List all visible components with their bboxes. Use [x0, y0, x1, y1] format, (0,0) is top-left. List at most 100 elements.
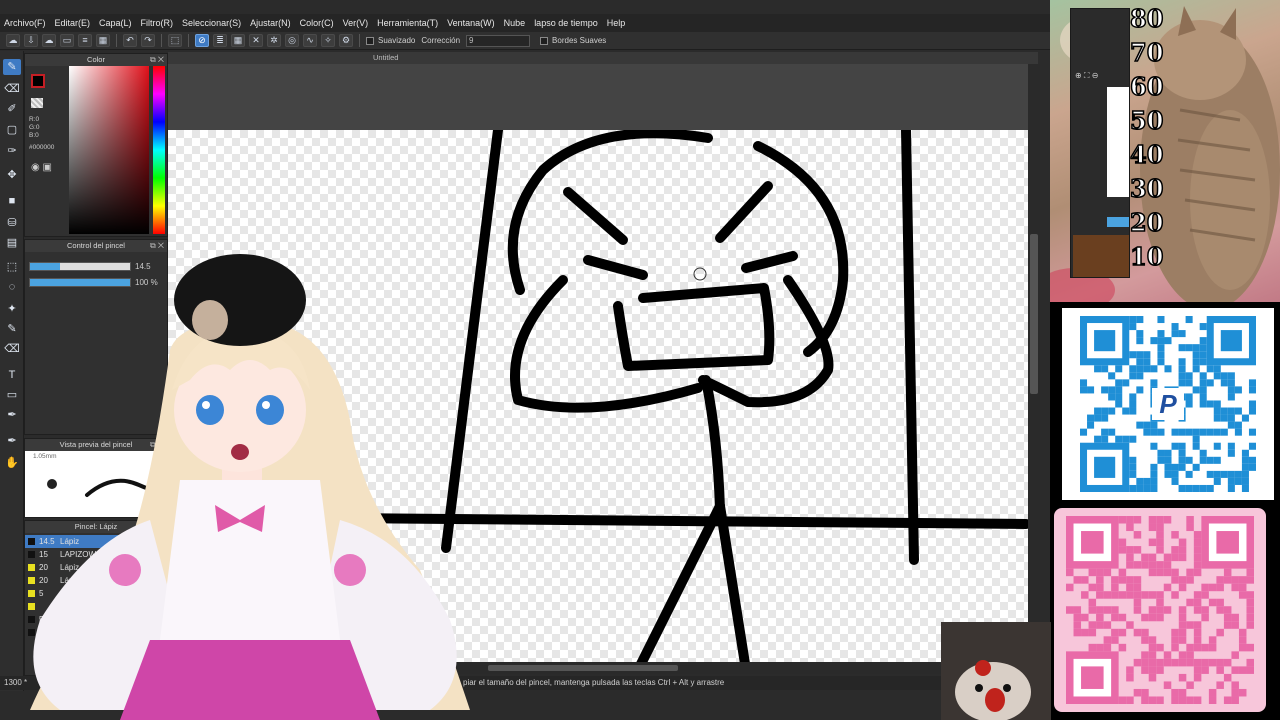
qr-module	[1073, 606, 1082, 614]
blur-tool-icon[interactable]: ✐	[3, 101, 21, 117]
navigator-zoom-icons[interactable]: ⊕ ⛶ ⊖	[1075, 71, 1098, 81]
qr-module	[1133, 658, 1142, 667]
qr-module	[1231, 583, 1239, 592]
menu-item[interactable]: Ajustar(N)	[250, 18, 291, 28]
qr-module	[1208, 688, 1217, 697]
undo-icon[interactable]: ↶	[123, 34, 137, 47]
saturation-value-picker[interactable]	[69, 66, 149, 234]
qr-module	[1171, 553, 1179, 562]
toolbar-separator	[116, 34, 117, 47]
menu-item[interactable]: Color(C)	[300, 18, 334, 28]
menu-item[interactable]: Nube	[504, 18, 526, 28]
menu-item[interactable]: Herramienta(T)	[377, 18, 438, 28]
qr-module	[1136, 484, 1144, 492]
menu-item[interactable]: Filtro(R)	[141, 18, 174, 28]
rect-tool-icon[interactable]: ■	[3, 193, 21, 209]
move-tool-icon[interactable]: ✥	[3, 167, 21, 183]
menu-item[interactable]: Editar(E)	[55, 18, 91, 28]
qr-module	[1163, 553, 1172, 562]
qr-module	[1115, 379, 1123, 387]
qr-module	[1156, 696, 1164, 704]
eraser-tool-icon[interactable]: ⌫	[3, 81, 21, 97]
menu-item[interactable]: Ver(V)	[343, 18, 369, 28]
qr-module	[1163, 606, 1172, 614]
menu-item[interactable]: Help	[607, 18, 626, 28]
qr-module	[1199, 386, 1207, 394]
shape-tool-icon[interactable]: ▢	[3, 122, 21, 138]
qr-module	[1141, 628, 1149, 637]
blue-value: B:0	[29, 132, 39, 139]
qr-module	[1246, 591, 1254, 599]
qr-module	[1201, 591, 1209, 599]
panel-close-icon[interactable]: ⧉ ✕	[150, 54, 164, 66]
curve-snap-icon[interactable]: ∿	[303, 34, 317, 47]
qr-module	[1171, 628, 1179, 637]
qr-module	[1111, 636, 1119, 644]
qr-module	[1133, 688, 1142, 697]
snap-off-icon[interactable]: ⊘	[195, 34, 209, 47]
palette-icon[interactable]: ◉ ▣	[31, 162, 52, 173]
circle-snap-icon[interactable]: ◎	[285, 34, 299, 47]
menu-item[interactable]: Capa(L)	[99, 18, 132, 28]
grid-icon[interactable]: ▦	[96, 34, 110, 47]
qr-module	[1171, 576, 1179, 584]
qr-module	[1101, 407, 1109, 415]
menu-item[interactable]: Seleccionar(S)	[182, 18, 241, 28]
document-tab[interactable]: Untitled	[168, 52, 1038, 64]
redo-icon[interactable]: ↷	[141, 34, 155, 47]
qr-module	[1227, 393, 1235, 401]
qr-module	[1234, 421, 1242, 429]
qr-module	[1238, 576, 1247, 584]
qr-module	[1185, 428, 1193, 436]
correction-select[interactable]: 9	[466, 34, 531, 47]
save-icon[interactable]: ⇩	[24, 34, 38, 47]
qr-module	[1115, 400, 1123, 408]
qr-module	[1186, 516, 1194, 524]
vertical-scroll-thumb[interactable]	[1030, 234, 1038, 394]
transparent-swatch[interactable]	[31, 98, 43, 108]
bucket-tool-icon[interactable]: ⛁	[3, 215, 21, 231]
new-file-icon[interactable]: ▭	[60, 34, 74, 47]
parallel-snap-icon[interactable]: ≣	[213, 34, 227, 47]
qr-module	[1129, 484, 1137, 492]
hue-slider[interactable]	[153, 66, 165, 234]
qr-module	[1108, 372, 1116, 380]
vertical-scrollbar[interactable]	[1028, 64, 1040, 670]
smoothing-checkbox[interactable]	[366, 36, 374, 45]
radial-snap-icon[interactable]: ✲	[267, 34, 281, 47]
qr-module	[1126, 553, 1134, 562]
menu-item[interactable]: lapso de tiempo	[534, 18, 598, 28]
menu-item[interactable]: Archivo(F)	[4, 18, 46, 28]
qr-module	[1129, 316, 1137, 324]
qr-module	[1231, 681, 1239, 689]
qr-module	[1126, 576, 1134, 584]
qr-module	[1150, 337, 1158, 345]
horizontal-scroll-thumb[interactable]	[488, 665, 678, 671]
qr-module	[1201, 666, 1209, 674]
snap-settings-icon[interactable]: ⚙	[339, 34, 353, 47]
foreground-color-swatch[interactable]	[31, 74, 45, 88]
qr-module	[1141, 591, 1149, 599]
qr-module	[1193, 636, 1202, 644]
brush-tool-icon[interactable]: ✑	[3, 143, 21, 159]
qr-module	[1178, 636, 1187, 644]
cloud-icon[interactable]: ☁	[6, 34, 20, 47]
qr-module	[1206, 484, 1214, 492]
pen-tool-icon[interactable]: ✎	[3, 59, 21, 75]
select-area-icon[interactable]: ⬚	[168, 34, 182, 47]
cross-snap-icon[interactable]: ✕	[249, 34, 263, 47]
qr-module	[1141, 553, 1149, 562]
qr-module	[1248, 400, 1256, 408]
qr-module	[1115, 365, 1123, 373]
canvas-size-icon[interactable]: ≡	[78, 34, 92, 47]
menu-item[interactable]: Ventana(W)	[447, 18, 495, 28]
qr-module	[1129, 470, 1137, 478]
grid-snap-icon[interactable]: ▦	[231, 34, 245, 47]
soft-edges-checkbox[interactable]	[540, 36, 549, 45]
vanish-point-icon[interactable]: ✧	[321, 34, 335, 47]
cloud-open-icon[interactable]: ☁	[42, 34, 56, 47]
qr-module	[1148, 658, 1157, 667]
qr-module	[1108, 407, 1116, 415]
qr-module	[1213, 428, 1221, 436]
qr-module	[1178, 613, 1187, 622]
